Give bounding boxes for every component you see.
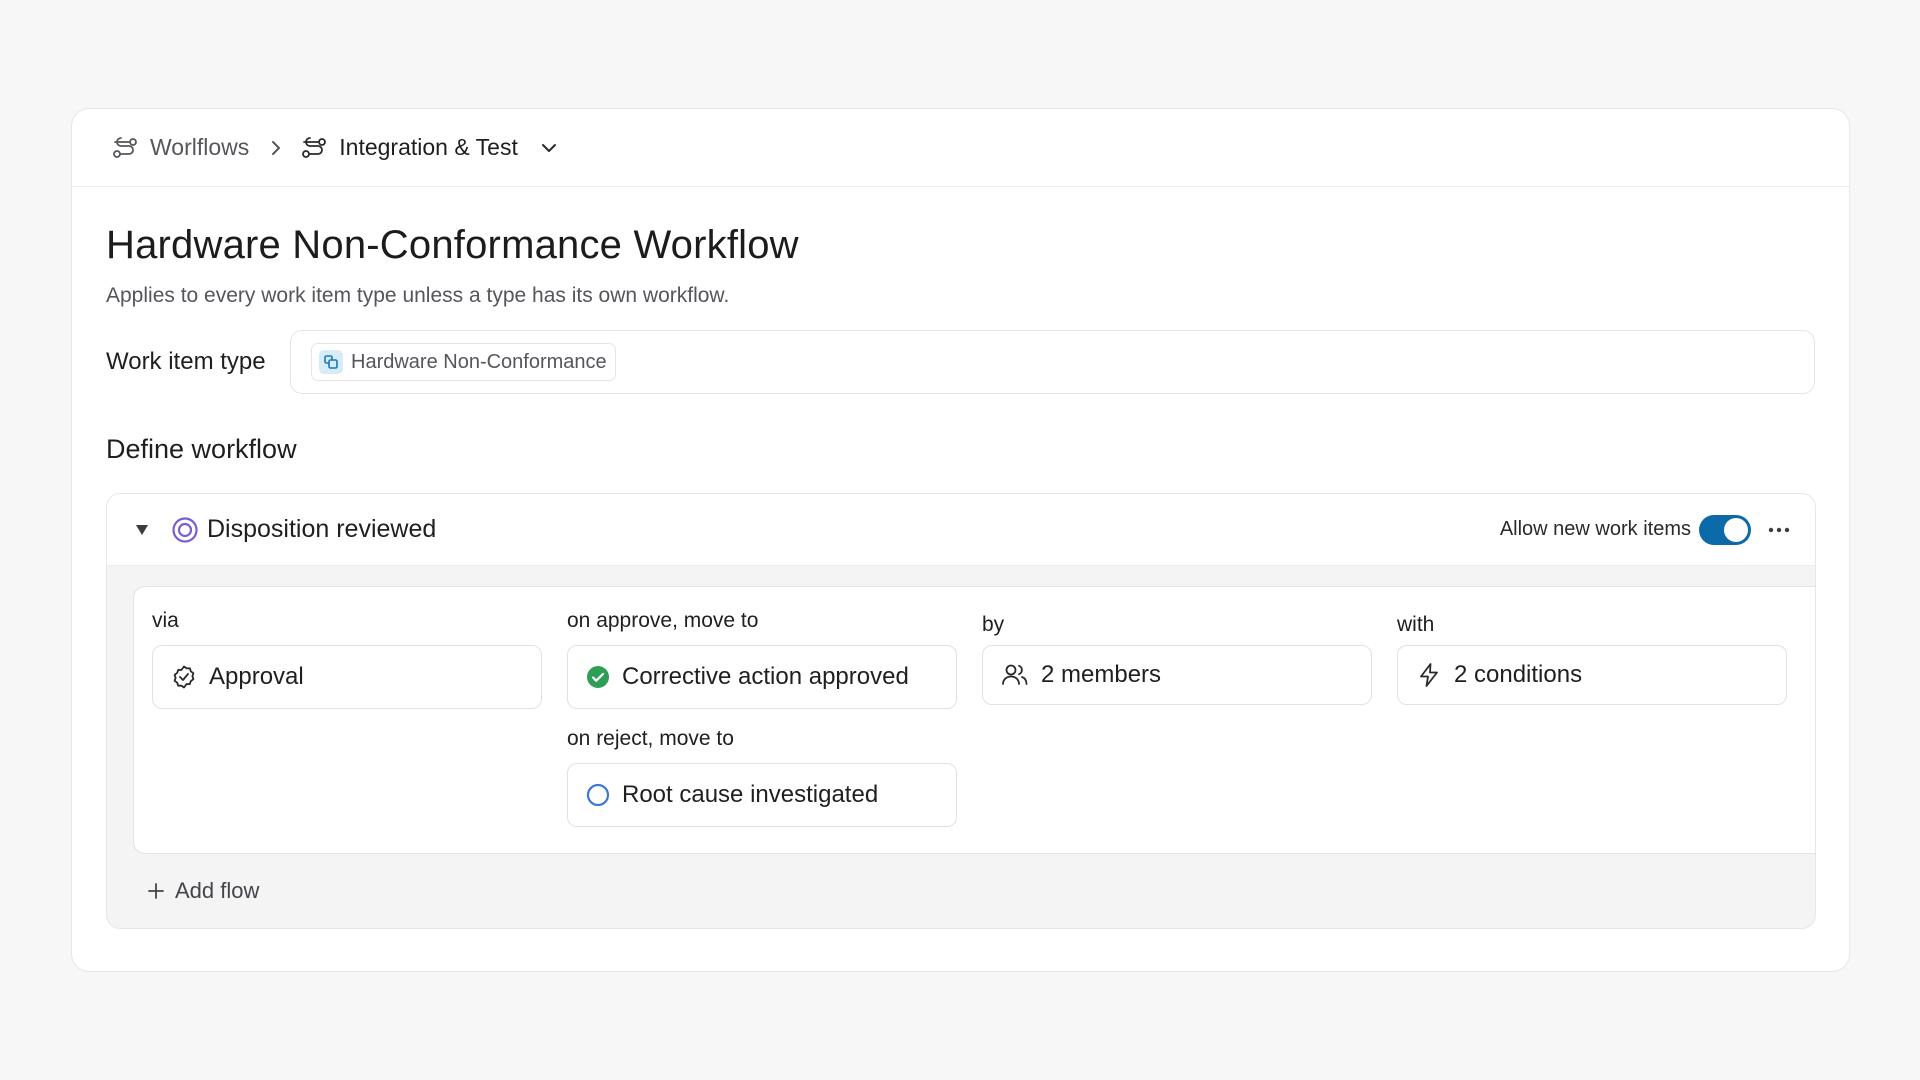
workflow-icon — [112, 136, 138, 160]
work-item-type-row: Work item type Hardware Non-Conformance — [106, 330, 1815, 394]
state-header-actions: Allow new work items — [1499, 514, 1791, 545]
state-name: Disposition reviewed — [207, 515, 437, 543]
state-status-icon — [171, 516, 199, 544]
allow-new-items-label: Allow new work items — [1499, 518, 1691, 540]
open-circle-icon — [586, 783, 610, 807]
state-header: Disposition reviewed Allow new work item… — [107, 494, 1815, 566]
add-flow-button[interactable]: Add flow — [147, 878, 259, 904]
breadcrumb-current[interactable]: Integration & Test — [301, 134, 558, 161]
add-flow-label: Add flow — [175, 878, 260, 903]
with-column: with 2 conditions — [1397, 613, 1787, 705]
by-column: by 2 members — [982, 613, 1372, 705]
breadcrumb: Worlflows Integration & Test — [72, 109, 1849, 187]
work-item-type-icon — [319, 350, 343, 374]
plus-icon — [148, 883, 164, 899]
chevron-right-icon — [269, 139, 283, 157]
approval-badge-icon — [173, 665, 195, 689]
page-subtitle: Applies to every work item type unless a… — [106, 284, 730, 307]
reject-label: on reject, move to — [567, 727, 734, 750]
toggle-knob — [1724, 517, 1748, 542]
approve-label: on approve, move to — [567, 609, 759, 632]
via-value: Approval — [209, 663, 304, 690]
via-select[interactable]: Approval — [152, 645, 542, 709]
work-item-type-chip[interactable]: Hardware Non-Conformance — [311, 343, 616, 381]
lightning-icon — [1420, 663, 1438, 687]
collapse-caret-icon[interactable] — [135, 524, 151, 536]
reject-target-value: Root cause investigated — [622, 781, 879, 808]
members-value: 2 members — [1041, 661, 1162, 688]
breadcrumb-current-label: Integration & Test — [339, 134, 518, 160]
users-icon — [1002, 664, 1028, 685]
via-label: via — [152, 609, 179, 632]
workflow-card: Worlflows Integration & Test Hardware No… — [71, 108, 1850, 972]
page-title: Hardware Non-Conformance Workflow — [106, 223, 799, 267]
state-section: Disposition reviewed Allow new work item… — [106, 493, 1816, 929]
conditions-value: 2 conditions — [1454, 661, 1583, 688]
more-options-icon[interactable] — [1767, 526, 1791, 534]
transition-column: on approve, move to Corrective action ap… — [567, 609, 957, 827]
by-label: by — [982, 613, 1005, 636]
approve-target-select[interactable]: Corrective action approved — [567, 645, 957, 709]
approve-target-value: Corrective action approved — [622, 663, 909, 690]
chevron-down-icon[interactable] — [540, 141, 558, 155]
work-item-type-value: Hardware Non-Conformance — [351, 350, 607, 373]
via-column: via Approval — [152, 609, 542, 709]
breadcrumb-workflows-label: Worlflows — [150, 134, 250, 160]
work-item-type-field[interactable]: Hardware Non-Conformance — [290, 330, 1815, 394]
breadcrumb-workflows[interactable]: Worlflows — [112, 134, 249, 161]
workflow-icon — [301, 136, 327, 160]
with-label: with — [1397, 613, 1435, 636]
flow-card: via Approval on approve, move to Correct… — [133, 586, 1815, 854]
work-item-type-label: Work item type — [106, 348, 266, 375]
members-select[interactable]: 2 members — [982, 645, 1372, 705]
define-workflow-title: Define workflow — [106, 434, 297, 464]
reject-target-select[interactable]: Root cause investigated — [567, 763, 957, 827]
check-circle-icon — [587, 666, 609, 688]
allow-new-items-toggle[interactable] — [1699, 514, 1751, 545]
conditions-select[interactable]: 2 conditions — [1397, 645, 1787, 705]
